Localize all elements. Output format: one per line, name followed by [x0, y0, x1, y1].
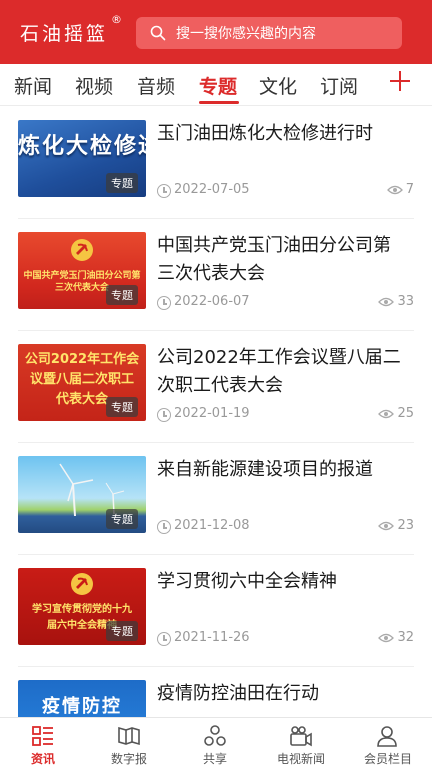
eye-icon [386, 185, 403, 194]
view-count: 23 [378, 518, 414, 533]
brand-title: 石油摇篮 [20, 22, 109, 45]
special-badge: 专题 [106, 285, 138, 305]
clock-icon [157, 520, 171, 534]
view-count-value: 33 [397, 294, 414, 309]
article-date: 2022-01-19 [174, 406, 250, 421]
article-list: 炼化大检修进行时 专题 玉门油田炼化大检修进行时 2022-07-05 7 中国… [0, 107, 432, 717]
tab-audio[interactable]: 音频 [137, 72, 175, 99]
nav-news[interactable]: 资讯 [0, 718, 86, 768]
clock-icon [157, 296, 171, 310]
article-title: 学习贯彻六中全会精神 [157, 571, 337, 592]
special-badge: 专题 [106, 173, 138, 193]
thumbnail-caption: 疫情防控 [42, 696, 122, 717]
article-meta: 2022-01-19 25 [157, 406, 414, 424]
article-thumbnail: 中国共产党玉门油田分公司第三次代表大会 专题 [18, 232, 146, 309]
article-title: 公司2022年工作会议暨八届二次职工代表大会 [157, 347, 401, 396]
nav-label: 会员栏目 [363, 752, 412, 766]
article-thumbnail: 专题 [18, 456, 146, 533]
special-badge: 专题 [106, 621, 138, 641]
share-circles-icon [204, 725, 226, 746]
active-tab-indicator [199, 101, 239, 104]
nav-tv-news[interactable]: 电视新闻 [258, 718, 344, 768]
view-count: 33 [378, 294, 414, 309]
article-thumbnail: 疫情防控 [18, 680, 146, 717]
article-meta: 2022-07-05 7 [157, 182, 414, 200]
category-tabs: 新闻 视频 音频 专题 文化 订阅 [0, 64, 432, 106]
article-title: 中国共产党玉门油田分公司第三次代表大会 [157, 235, 391, 284]
view-count-value: 7 [405, 182, 414, 197]
user-icon [377, 726, 397, 747]
view-count: 32 [378, 630, 414, 645]
tab-culture[interactable]: 文化 [259, 72, 297, 99]
view-count-value: 32 [397, 630, 414, 645]
nav-share[interactable]: 共享 [172, 718, 258, 768]
nav-digital-paper[interactable]: 数字报 [86, 718, 172, 768]
clock-icon [157, 408, 171, 422]
view-count: 25 [378, 406, 414, 421]
nav-label: 共享 [202, 752, 227, 766]
article-title: 玉门油田炼化大检修进行时 [157, 123, 373, 144]
nav-label: 数字报 [110, 752, 147, 766]
video-camera-icon [290, 726, 312, 747]
news-list-icon [32, 726, 53, 746]
eye-icon [378, 297, 395, 306]
tab-special[interactable]: 专题 [199, 72, 237, 99]
app-brand: 石油摇篮 ® [20, 13, 122, 46]
thumbnail-caption: 炼化大检修进行时 [18, 134, 146, 159]
article-date: 2022-06-07 [174, 294, 250, 309]
search-icon [146, 17, 174, 49]
bottom-navigation: 资讯 数字报 共享 电视新闻 会员栏目 [0, 717, 432, 768]
view-count-value: 23 [397, 518, 414, 533]
list-item[interactable]: 专题 来自新能源建设项目的报道 2021-12-08 23 [0, 443, 432, 555]
article-title: 来自新能源建设项目的报道 [157, 459, 373, 480]
article-meta: 2021-11-26 32 [157, 630, 414, 648]
tab-subscribe[interactable]: 订阅 [320, 72, 358, 99]
registered-mark: ® [111, 12, 123, 26]
special-badge: 专题 [106, 509, 138, 529]
clock-icon [157, 184, 171, 198]
view-count-value: 25 [397, 406, 414, 421]
newspaper-icon [118, 726, 140, 746]
article-title: 疫情防控油田在行动 [157, 683, 319, 704]
list-item[interactable]: 公司2022年工作会议暨八届二次职工代表大会 专题 公司2022年工作会议暨八届… [0, 331, 432, 443]
party-emblem-icon [71, 573, 93, 595]
article-meta: 2022-06-07 33 [157, 294, 414, 312]
article-thumbnail: 学习宣传贯彻党的十九届六中全会精神 专题 [18, 568, 146, 645]
list-item[interactable]: 学习宣传贯彻党的十九届六中全会精神 专题 学习贯彻六中全会精神 2021-11-… [0, 555, 432, 667]
clock-icon [157, 632, 171, 646]
article-date: 2021-11-26 [174, 630, 250, 645]
eye-icon [378, 521, 395, 530]
special-badge: 专题 [106, 397, 138, 417]
party-emblem-icon [71, 239, 93, 261]
eye-icon [378, 633, 395, 642]
app-header: 石油摇篮 ® 搜一搜你感兴趣的内容 [0, 0, 432, 64]
nav-member[interactable]: 会员栏目 [344, 718, 432, 768]
nav-label: 电视新闻 [276, 752, 325, 766]
view-count: 7 [386, 182, 414, 197]
list-item[interactable]: 疫情防控 疫情防控油田在行动 [0, 667, 432, 717]
list-item[interactable]: 炼化大检修进行时 专题 玉门油田炼化大检修进行时 2022-07-05 7 [0, 107, 432, 219]
article-thumbnail: 炼化大检修进行时 专题 [18, 120, 146, 197]
article-date: 2021-12-08 [174, 518, 250, 533]
article-thumbnail: 公司2022年工作会议暨八届二次职工代表大会 专题 [18, 344, 146, 421]
article-date: 2022-07-05 [174, 182, 250, 197]
nav-label: 资讯 [30, 752, 55, 766]
tab-video[interactable]: 视频 [75, 72, 113, 99]
eye-icon [378, 409, 395, 418]
search-placeholder: 搜一搜你感兴趣的内容 [176, 26, 316, 42]
search-bar[interactable]: 搜一搜你感兴趣的内容 [136, 17, 402, 49]
list-item[interactable]: 中国共产党玉门油田分公司第三次代表大会 专题 中国共产党玉门油田分公司第三次代表… [0, 219, 432, 331]
add-tab-icon[interactable] [388, 68, 412, 92]
tab-news[interactable]: 新闻 [14, 72, 52, 99]
article-meta: 2021-12-08 23 [157, 518, 414, 536]
